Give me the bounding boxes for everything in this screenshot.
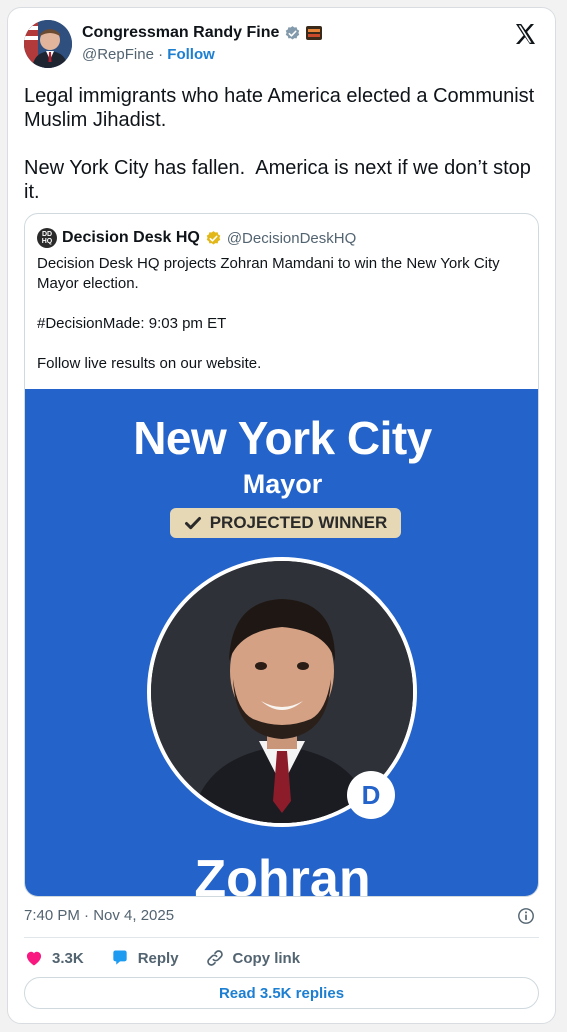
like-button[interactable]: 3.3K	[24, 948, 84, 968]
congress-seal-icon	[306, 26, 323, 40]
reply-bubble-icon	[113, 950, 127, 965]
quoted-header: DD HQ Decision Desk HQ @DecisionDeskHQ	[37, 228, 356, 248]
info-icon[interactable]	[517, 907, 535, 925]
candidate-name: Zohran	[194, 850, 371, 897]
reply-button[interactable]: Reply	[110, 948, 179, 968]
quoted-paragraph: #DecisionMade: 9:03 pm ET	[37, 315, 227, 332]
read-replies-button[interactable]: Read 3.5K replies	[24, 977, 539, 1009]
handle-separator: ·	[158, 46, 164, 63]
projected-winner-label: PROJECTED WINNER	[209, 513, 388, 532]
quoted-avatar: DD HQ	[37, 228, 57, 248]
media-title: New York City	[133, 412, 432, 464]
projected-winner-badge: PROJECTED WINNER	[170, 508, 401, 538]
copy-link-label: Copy link	[232, 949, 301, 967]
heart-icon	[26, 951, 42, 966]
quoted-name: Decision Desk HQ	[62, 229, 200, 246]
tweet-text: Legal immigrants who hate America electe…	[24, 84, 544, 204]
gold-check-icon	[206, 230, 221, 245]
author-avatar[interactable]	[24, 20, 72, 68]
checkmark-icon	[184, 517, 201, 530]
tweet-timestamp[interactable]: 7:40 PM · Nov 4, 2025	[24, 907, 174, 924]
link-icon	[206, 950, 223, 966]
author-name[interactable]: Congressman Randy Fine	[82, 24, 279, 42]
copy-link-button[interactable]: Copy link	[205, 948, 301, 968]
tweet-paragraph: Legal immigrants who hate America electe…	[24, 85, 540, 131]
author-avatar-image	[24, 20, 72, 68]
party-badge: D	[347, 771, 395, 819]
quoted-text: Decision Desk HQ projects Zohran Mamdani…	[37, 254, 527, 374]
gray-check-icon	[286, 25, 300, 40]
media-subtitle: Mayor	[242, 469, 323, 499]
quoted-tweet[interactable]: DD HQ Decision Desk HQ @DecisionDeskHQ D…	[24, 213, 539, 897]
author-handle[interactable]: @RepFine	[82, 46, 154, 63]
like-count: 3.3K	[52, 949, 84, 967]
x-logo-icon[interactable]	[513, 22, 537, 46]
author-name-row: Congressman Randy Fine	[82, 24, 323, 42]
action-bar: 3.3K Reply Copy link	[24, 948, 326, 968]
reply-label: Reply	[137, 949, 179, 967]
quoted-paragraph: Follow live results on our website.	[37, 355, 262, 372]
quoted-handle: @DecisionDeskHQ	[226, 229, 357, 247]
quoted-paragraph: Decision Desk HQ projects Zohran Mamdani…	[37, 255, 504, 292]
tweet-paragraph: New York City has fallen. America is nex…	[24, 157, 537, 203]
author-handle-row: @RepFine · Follow	[82, 46, 215, 63]
tweet-card: Congressman Randy Fine @RepFine · Follow…	[7, 7, 556, 1024]
follow-button[interactable]: Follow	[167, 46, 215, 63]
divider	[24, 937, 539, 938]
quoted-media-image[interactable]: New York City Mayor PROJECTED WINNER D Z…	[25, 389, 538, 897]
